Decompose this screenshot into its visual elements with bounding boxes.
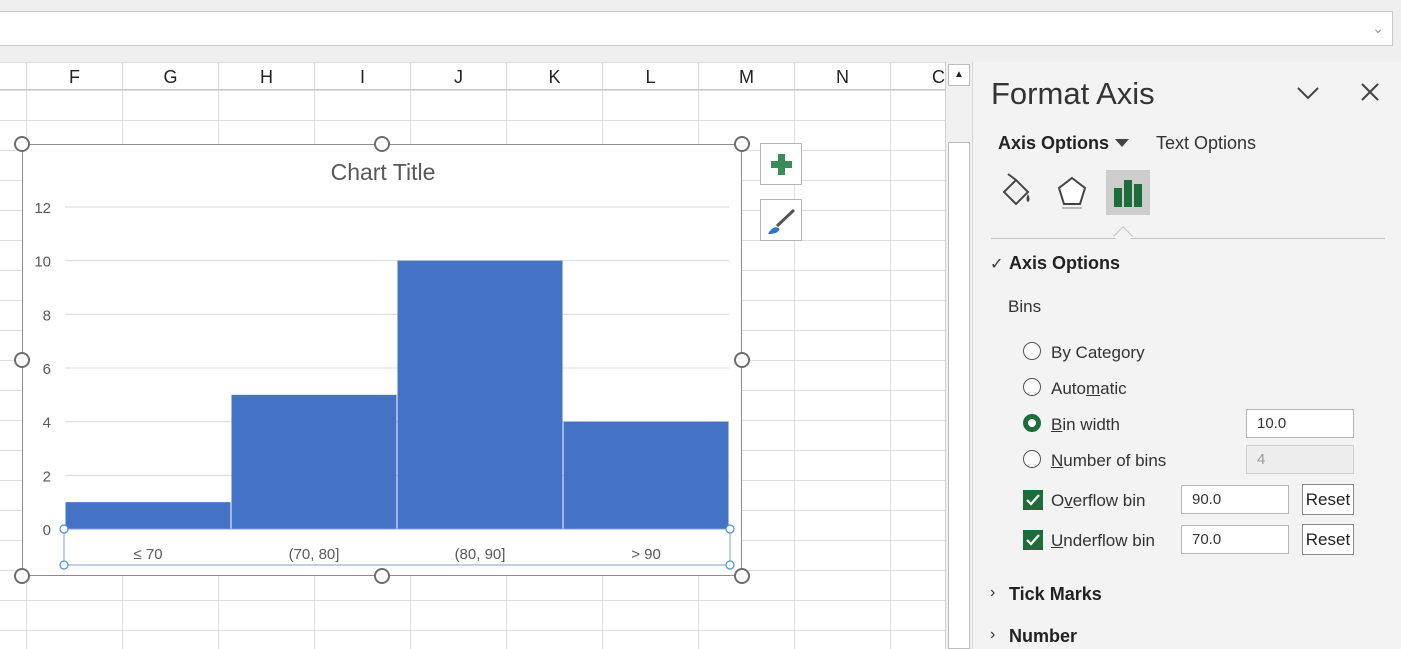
axis-selection-handle[interactable] xyxy=(59,524,69,534)
y-tick-label: 0 xyxy=(43,522,51,539)
column-header-h[interactable]: H xyxy=(218,63,314,89)
formula-bar-area: ⌄ xyxy=(0,0,1401,62)
section-number[interactable]: Number xyxy=(1009,626,1077,647)
checkmark-icon xyxy=(1026,534,1040,546)
resize-handle-top-left[interactable] xyxy=(14,136,30,152)
number-of-bins-label[interactable]: Number of bins xyxy=(1051,451,1166,471)
bin-width-radio[interactable] xyxy=(1023,414,1041,432)
bin-width-label[interactable]: Bin width xyxy=(1051,415,1120,435)
section-expanded-check-icon: ✓ xyxy=(990,256,1004,273)
column-header-c[interactable]: C xyxy=(890,63,945,89)
scroll-up-icon[interactable]: ▲ xyxy=(948,64,970,86)
column-header-k[interactable]: K xyxy=(506,63,602,89)
vertical-scrollbar[interactable]: ▲ xyxy=(945,62,972,649)
column-header-m[interactable]: M xyxy=(698,63,794,89)
column-header-row: FGHIJKLMNC xyxy=(0,62,945,90)
x-tick-label: (70, 80] xyxy=(289,546,340,563)
chevron-down-icon[interactable] xyxy=(1295,80,1321,106)
underflow-reset-button[interactable]: Reset xyxy=(1302,524,1354,555)
by-category-label[interactable]: By Category xyxy=(1051,343,1145,363)
column-header-g[interactable]: G xyxy=(122,63,218,89)
close-icon[interactable] xyxy=(1358,80,1382,104)
histogram-bar[interactable] xyxy=(563,421,729,529)
resize-handle-top-right[interactable] xyxy=(734,136,750,152)
bins-label: Bins xyxy=(1008,297,1042,316)
effects-pentagon-icon xyxy=(1057,176,1087,209)
y-tick-label: 10 xyxy=(34,254,51,271)
pane-notch xyxy=(1113,226,1133,246)
overflow-bin-label[interactable]: Overflow bin xyxy=(1051,491,1146,511)
resize-handle-bottom-left[interactable] xyxy=(14,568,30,584)
number-of-bins-radio[interactable] xyxy=(1023,450,1041,468)
chart-elements-plus-icon xyxy=(771,154,792,175)
y-tick-label: 8 xyxy=(43,307,51,324)
category-axis-selection[interactable] xyxy=(63,528,731,566)
resize-handle-left[interactable] xyxy=(14,352,30,368)
histogram-bar[interactable] xyxy=(65,502,231,529)
resize-handle-bottom-right[interactable] xyxy=(734,568,750,584)
resize-handle-bottom[interactable] xyxy=(374,568,390,584)
underflow-bin-checkbox[interactable] xyxy=(1023,530,1043,550)
x-tick-label: ≤ 70 xyxy=(133,546,162,563)
column-header-i[interactable]: I xyxy=(314,63,410,89)
overflow-bin-field[interactable]: 90.0 xyxy=(1181,485,1289,514)
tab-text-options[interactable]: Text Options xyxy=(1156,133,1256,154)
chart-elements-button[interactable] xyxy=(760,143,802,185)
axis-options-icon-button[interactable] xyxy=(1106,170,1150,215)
axis-options-bar-chart-icon xyxy=(1114,180,1142,207)
section-tick-marks[interactable]: Tick Marks xyxy=(1009,584,1102,605)
format-axis-pane: Format Axis Axis Options Text Options ✓ … xyxy=(972,62,1401,649)
chart-styles-button[interactable] xyxy=(760,199,802,241)
chart-plot-area[interactable]: 0 2 4 6 8 10 12 ≤ 70 (70, 80] (80, 90] > 90 xyxy=(23,145,743,577)
column-header-l[interactable]: L xyxy=(602,63,698,89)
automatic-label[interactable]: Automatic xyxy=(1051,379,1127,399)
pane-divider xyxy=(991,238,1385,239)
automatic-radio[interactable] xyxy=(1023,378,1041,396)
x-tick-label: (80, 90] xyxy=(455,546,506,563)
axis-selection-handle[interactable] xyxy=(59,560,69,570)
fill-line-button[interactable] xyxy=(994,170,1038,215)
y-tick-label: 4 xyxy=(43,415,51,432)
resize-handle-top[interactable] xyxy=(374,136,390,152)
x-tick-label: > 90 xyxy=(631,546,661,563)
by-category-radio[interactable] xyxy=(1023,342,1041,360)
resize-handle-right[interactable] xyxy=(734,352,750,368)
caret-down-icon[interactable] xyxy=(1115,139,1129,147)
y-tick-label: 6 xyxy=(43,361,51,378)
y-tick-label: 12 xyxy=(34,200,51,217)
overflow-reset-button[interactable]: Reset xyxy=(1302,484,1354,515)
checkmark-icon xyxy=(1026,494,1040,506)
histogram-bar[interactable] xyxy=(397,260,563,529)
chevron-right-icon[interactable]: › xyxy=(990,584,995,602)
scroll-thumb[interactable] xyxy=(948,142,970,649)
column-header-j[interactable]: J xyxy=(410,63,506,89)
underflow-bin-label[interactable]: Underflow bin xyxy=(1051,531,1155,551)
column-header-f[interactable]: F xyxy=(26,63,122,89)
y-tick-label: 2 xyxy=(43,468,51,485)
axis-selection-handle[interactable] xyxy=(725,524,735,534)
column-header-n[interactable]: N xyxy=(794,63,890,89)
formula-input[interactable]: ⌄ xyxy=(0,11,1393,46)
section-axis-options[interactable]: Axis Options xyxy=(1009,253,1120,274)
overflow-bin-checkbox[interactable] xyxy=(1023,490,1043,510)
fill-line-icon xyxy=(1002,173,1030,206)
underflow-bin-field[interactable]: 70.0 xyxy=(1181,525,1289,554)
pane-title: Format Axis xyxy=(991,76,1155,111)
bin-width-field[interactable]: 10.0 xyxy=(1246,409,1354,438)
expand-formula-bar-icon[interactable]: ⌄ xyxy=(1372,20,1384,37)
axis-selection-handle[interactable] xyxy=(725,560,735,570)
effects-button[interactable] xyxy=(1050,170,1094,215)
number-of-bins-field: 4 xyxy=(1246,445,1354,474)
chart-styles-brush-icon xyxy=(768,208,796,234)
chevron-right-icon[interactable]: › xyxy=(990,626,995,644)
histogram-bar[interactable] xyxy=(231,394,397,529)
histogram-chart[interactable]: Chart Title 0 2 4 6 8 10 12 ≤ 70 (70, 80] (80, 90… xyxy=(22,144,742,576)
tab-axis-options[interactable]: Axis Options xyxy=(998,133,1109,154)
